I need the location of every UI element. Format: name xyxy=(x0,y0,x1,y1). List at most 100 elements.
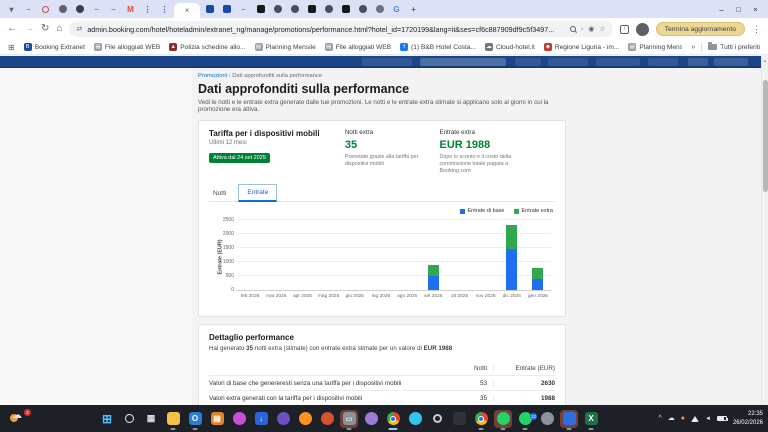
pinned-tab[interactable] xyxy=(304,3,319,16)
taskbar-outlook[interactable]: O xyxy=(186,410,204,428)
pinned-tab[interactable]: – xyxy=(89,3,104,16)
taskbar-inbox-app[interactable]: ↓ xyxy=(252,410,270,428)
taskbar-office-app[interactable] xyxy=(318,410,336,428)
nav-item-clipped[interactable] xyxy=(420,58,506,66)
pinned-tab[interactable]: – xyxy=(21,3,36,16)
pinned-tab[interactable] xyxy=(270,3,285,16)
bar-column[interactable] xyxy=(316,221,342,290)
pinned-tab[interactable] xyxy=(72,3,87,16)
nav-item-clipped[interactable] xyxy=(362,58,412,66)
scroll-up-icon[interactable]: ▲ xyxy=(763,58,767,63)
taskbar-firefox[interactable] xyxy=(296,410,314,428)
bar-column[interactable] xyxy=(420,221,446,290)
pinned-tab[interactable] xyxy=(287,3,302,16)
password-icon[interactable]: ◦ xyxy=(581,26,583,33)
bookmark-star-icon[interactable]: ☆ xyxy=(599,26,605,33)
browser-menu-icon[interactable]: ⋮ xyxy=(752,24,761,35)
breadcrumb-promozioni-link[interactable]: Promozioni xyxy=(198,73,227,79)
minimize-icon[interactable]: – xyxy=(713,2,730,16)
pinned-tab[interactable] xyxy=(321,3,336,16)
maximize-icon[interactable]: □ xyxy=(730,2,747,16)
bookmark-item[interactable]: ◆Regione Liguria - im... xyxy=(544,43,620,51)
preview-eye-icon[interactable]: ◉ xyxy=(588,26,594,33)
bookmark-item[interactable]: ▤Planning Mensile xyxy=(255,43,316,51)
taskbar-snipping-tool[interactable] xyxy=(538,410,556,428)
pinned-tab[interactable] xyxy=(38,3,53,16)
nav-item-clipped[interactable] xyxy=(688,58,708,66)
taskbar-bluestacks[interactable] xyxy=(560,410,578,428)
taskbar-loop-app[interactable] xyxy=(274,410,292,428)
share-icon[interactable]: ↑ xyxy=(620,25,629,34)
bookmark-item[interactable]: ▤File alloggiati WEB xyxy=(325,43,391,51)
bookmark-item[interactable]: ☁Cloud-hotel.it xyxy=(485,43,535,51)
extranet-navbar[interactable] xyxy=(0,56,768,68)
bar-column[interactable] xyxy=(237,221,263,290)
weather-widget[interactable]: ☁ 2 xyxy=(8,410,30,427)
new-tab[interactable]: + xyxy=(406,3,421,16)
profile-avatar[interactable] xyxy=(636,23,649,36)
bookmark-item[interactable]: BBooking Extranet xyxy=(24,43,85,51)
onedrive-icon[interactable]: ☁ xyxy=(668,415,675,422)
bar-column[interactable] xyxy=(342,221,368,290)
booking-tab[interactable] xyxy=(202,3,217,16)
bar-column[interactable] xyxy=(263,221,289,290)
pinned-tab[interactable] xyxy=(355,3,370,16)
tray-expand-icon[interactable]: ^ xyxy=(658,415,661,422)
url-text[interactable]: admin.booking.com/hotel/hoteladmin/extra… xyxy=(87,25,564,34)
bar-column[interactable] xyxy=(499,221,525,290)
taskbar-settings[interactable] xyxy=(428,410,446,428)
close-tab-icon[interactable]: × xyxy=(185,6,190,15)
taskbar-calendar[interactable]: ▤ xyxy=(208,410,226,428)
google-tab[interactable]: G xyxy=(389,3,404,16)
nav-item-clipped[interactable] xyxy=(648,58,678,66)
taskbar-file-explorer[interactable] xyxy=(164,410,182,428)
bar-column[interactable] xyxy=(368,221,394,290)
nav-item-clipped[interactable] xyxy=(714,58,748,66)
back-icon[interactable]: ← xyxy=(7,24,17,34)
pinned-tab[interactable]: – xyxy=(236,3,251,16)
vertical-scrollbar[interactable]: ▲ xyxy=(761,56,768,405)
pinned-tab[interactable] xyxy=(338,3,353,16)
booking-tab[interactable] xyxy=(219,3,234,16)
apps-grid-icon[interactable]: ⊞ xyxy=(8,43,15,52)
tab-entrate[interactable]: Entrate xyxy=(238,184,277,202)
gmail-tab[interactable]: M xyxy=(123,3,138,16)
bar-column[interactable] xyxy=(446,221,472,290)
search-icon[interactable] xyxy=(570,26,576,32)
taskbar-photos[interactable] xyxy=(230,410,248,428)
update-chrome-button[interactable]: Termina aggiornamento xyxy=(656,22,745,36)
taskbar-camera-app[interactable] xyxy=(450,410,468,428)
taskbar-chrome[interactable] xyxy=(384,410,402,428)
bar-column[interactable] xyxy=(473,221,499,290)
scrollbar-thumb[interactable] xyxy=(763,80,768,192)
taskbar-start[interactable]: ⊞ xyxy=(98,410,116,428)
wifi-icon[interactable] xyxy=(691,416,699,422)
close-window-icon[interactable]: × xyxy=(747,2,764,16)
taskbar-whatsapp[interactable] xyxy=(494,410,512,428)
pinned-tab[interactable]: ⋮ xyxy=(157,3,172,16)
nav-item-clipped[interactable] xyxy=(596,58,640,66)
volume-icon[interactable]: ◄ xyxy=(705,416,711,422)
bookmark-item[interactable]: ▤File alloggiati WEB xyxy=(94,43,160,51)
bookmark-item[interactable]: ▤Planning Mensile xyxy=(628,43,682,51)
all-bookmarks-button[interactable]: Tutti i preferiti xyxy=(708,44,760,51)
pinned-tab[interactable]: – xyxy=(106,3,121,16)
taskbar-task-view[interactable]: ▦ xyxy=(142,410,160,428)
taskbar-chrome-profile-2[interactable] xyxy=(472,410,490,428)
pinned-tab[interactable] xyxy=(372,3,387,16)
site-settings-icon[interactable]: ⇄ xyxy=(76,25,82,33)
home-icon[interactable]: ⌂ xyxy=(56,24,62,34)
taskbar-remote-desktop[interactable]: ▭ xyxy=(340,410,358,428)
bar-column[interactable] xyxy=(289,221,315,290)
bar-column[interactable] xyxy=(394,221,420,290)
reload-icon[interactable]: ↻ xyxy=(41,24,49,34)
bookmark-item[interactable]: f(1) B&B Hotel Costa... xyxy=(400,43,476,51)
tab-search-chevron[interactable]: ▾ xyxy=(4,3,19,16)
battery-icon[interactable] xyxy=(717,416,727,421)
taskbar-excel[interactable]: X xyxy=(582,410,600,428)
forward-icon[interactable]: → xyxy=(24,24,34,34)
pinned-tab[interactable] xyxy=(55,3,70,16)
address-bar[interactable]: ⇄ admin.booking.com/hotel/hoteladmin/ext… xyxy=(69,21,612,37)
bar-column[interactable] xyxy=(525,221,551,290)
pinned-tab[interactable]: ⋮ xyxy=(140,3,155,16)
